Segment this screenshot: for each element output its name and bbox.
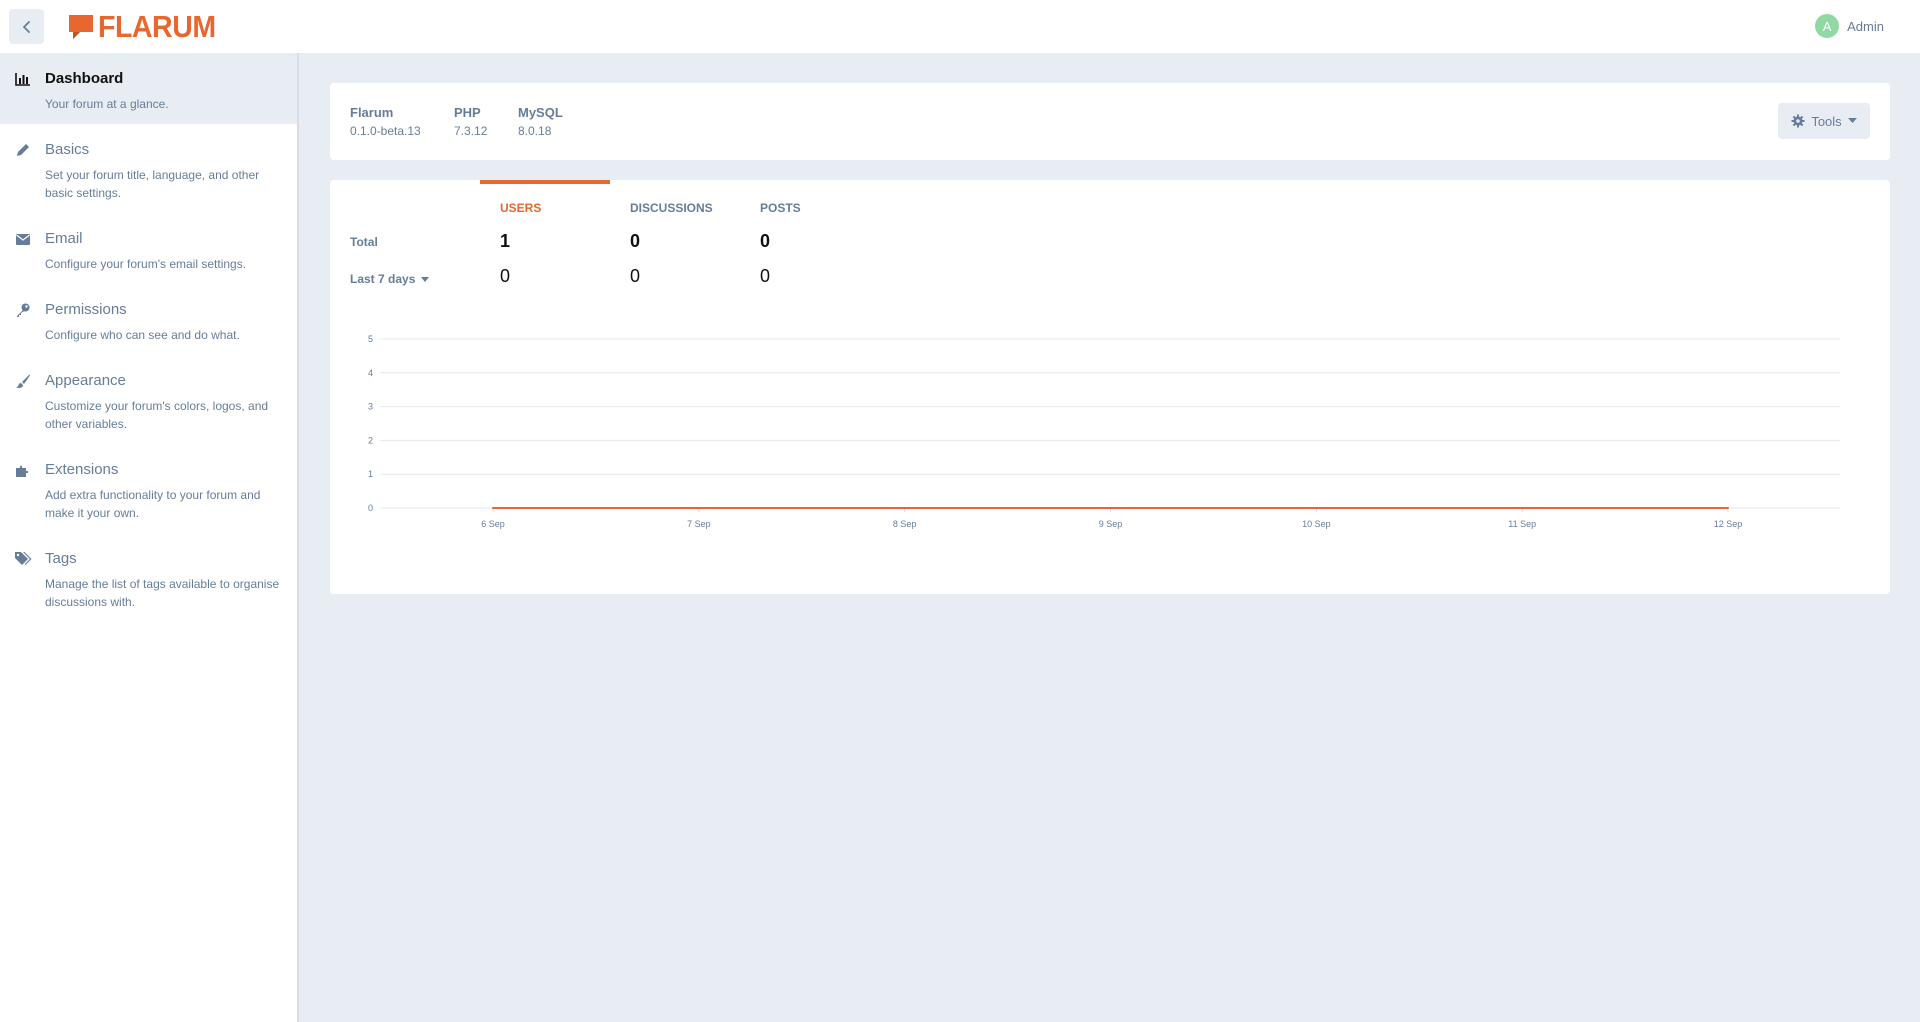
nav-title: Appearance: [45, 372, 126, 389]
logo-text: FLARUM: [98, 9, 216, 44]
data-point[interactable]: [1727, 507, 1729, 509]
caret-down-icon: [1847, 118, 1857, 123]
nav-title: Email: [45, 230, 83, 247]
y-tick-label: 3: [368, 402, 373, 412]
version-name: MySQL: [518, 105, 563, 120]
nav-title: Dashboard: [45, 70, 124, 87]
nav-item-extensions[interactable]: Extensions Add extra functionality to yo…: [0, 444, 297, 533]
nav-item-tags[interactable]: Tags Manage the list of tags available t…: [0, 533, 297, 622]
version-value: 8.0.18: [518, 124, 552, 138]
chevron-left-icon: [22, 20, 30, 33]
nav-description: Set your forum title, language, and othe…: [45, 168, 260, 200]
data-point[interactable]: [1521, 507, 1524, 509]
key-icon: [14, 301, 32, 319]
nav-description: Add extra functionality to your forum an…: [45, 488, 261, 520]
back-button[interactable]: [9, 9, 44, 44]
data-point[interactable]: [1109, 507, 1112, 509]
data-point[interactable]: [697, 507, 700, 509]
y-tick-label: 0: [368, 503, 373, 513]
version-php: PHP 7.3.12: [454, 104, 487, 140]
y-tick-label: 5: [368, 334, 373, 344]
x-tick-label: 12 Sep: [1714, 519, 1743, 529]
x-tick-label: 10 Sep: [1302, 519, 1331, 529]
statistics-widget: USERS DISCUSSIONS POSTS Total Last 7 day…: [330, 180, 1890, 594]
x-tick-label: 8 Sep: [893, 519, 917, 529]
version-name: PHP: [454, 105, 481, 120]
version-flarum: Flarum 0.1.0-beta.13: [350, 104, 421, 140]
nav-description: Manage the list of tags available to org…: [45, 577, 280, 609]
nav-description: Configure your forum's email settings.: [45, 257, 247, 271]
username: Admin: [1847, 18, 1884, 34]
nav-description: Your forum at a glance.: [45, 97, 169, 111]
version-name: Flarum: [350, 105, 394, 120]
paintbrush-icon: [14, 372, 32, 390]
x-tick-label: 11 Sep: [1508, 519, 1536, 529]
nav-description: Configure who can see and do what.: [45, 328, 240, 342]
statistics-chart: 0 1 2 3 4 5 6 Sep 7 Sep 8 Sep 9 Sep 10 Sep 11 Sep 12…: [368, 334, 1840, 529]
data-point[interactable]: [1315, 507, 1318, 509]
envelope-icon: [14, 230, 32, 248]
nav-title: Extensions: [45, 461, 119, 478]
nav-item-appearance[interactable]: Appearance Customize your forum's colors…: [0, 355, 297, 444]
x-tick-label: 6 Sep: [481, 519, 505, 529]
y-tick-label: 4: [368, 368, 373, 378]
session-dropdown[interactable]: A Admin: [1815, 14, 1884, 38]
tools-label: Tools: [1811, 113, 1842, 129]
avatar: A: [1815, 14, 1840, 38]
tags-icon: [14, 550, 32, 568]
nav-item-email[interactable]: Email Configure your forum's email setti…: [0, 213, 297, 284]
dashboard-content: Flarum 0.1.0-beta.13 PHP 7.3.12 MySQL 8.…: [330, 83, 1890, 594]
data-point[interactable]: [903, 507, 906, 509]
flarum-logo[interactable]: FLARUM: [68, 9, 226, 44]
nav-item-basics[interactable]: Basics Set your forum title, language, a…: [0, 124, 297, 213]
tools-dropdown-button[interactable]: Tools: [1778, 103, 1870, 139]
gear-icon: [1791, 114, 1805, 128]
nav-item-dashboard[interactable]: Dashboard Your forum at a glance.: [0, 53, 297, 124]
nav-description: Customize your forum's colors, logos, an…: [45, 399, 269, 431]
pencil-icon: [14, 141, 32, 159]
version-mysql: MySQL 8.0.18: [518, 104, 563, 140]
x-tick-label: 7 Sep: [687, 519, 711, 529]
y-tick-label: 1: [368, 469, 373, 479]
version-value: 7.3.12: [454, 124, 488, 138]
chart-icon: [14, 70, 32, 88]
nav-title: Basics: [45, 141, 90, 158]
y-tick-label: 2: [368, 435, 373, 445]
nav-title: Tags: [45, 550, 77, 567]
flarum-logo-icon: [69, 15, 93, 39]
admin-nav: Dashboard Your forum at a glance. Basics…: [0, 53, 299, 1022]
version-value: 0.1.0-beta.13: [350, 124, 421, 138]
nav-title: Permissions: [45, 301, 127, 318]
status-widget: Flarum 0.1.0-beta.13 PHP 7.3.12 MySQL 8.…: [330, 83, 1890, 160]
data-point[interactable]: [492, 507, 494, 509]
nav-item-permissions[interactable]: Permissions Configure who can see and do…: [0, 284, 297, 355]
top-header: FLARUM A Admin: [0, 0, 1920, 53]
puzzle-icon: [14, 461, 32, 479]
x-tick-label: 9 Sep: [1099, 519, 1123, 529]
